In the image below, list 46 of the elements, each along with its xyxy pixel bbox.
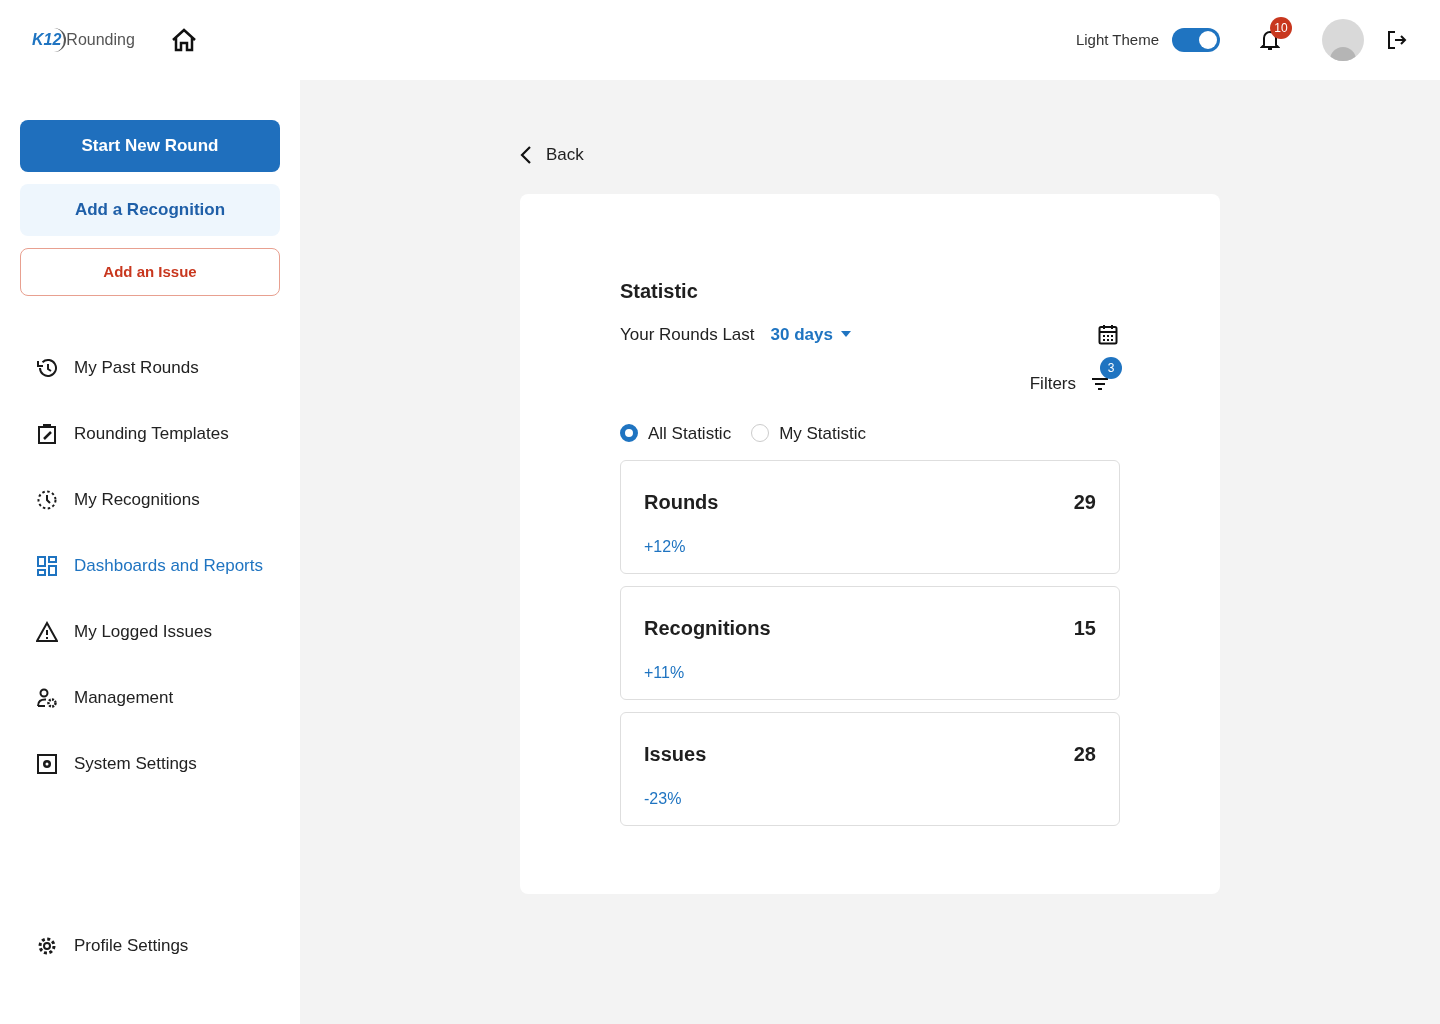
- filter-icon[interactable]: [1092, 376, 1108, 391]
- stat-value: 29: [1073, 490, 1096, 515]
- stat-value: 28: [1073, 742, 1096, 767]
- gear-icon: [36, 935, 58, 957]
- theme-toggle[interactable]: [1172, 28, 1220, 52]
- scope-radio[interactable]: All Statistic: [620, 420, 732, 446]
- chevron-left-icon: [520, 144, 532, 165]
- dashboard-icon: [36, 555, 58, 577]
- user-gear-icon: [36, 687, 58, 709]
- nav-item[interactable]: Management: [20, 676, 280, 720]
- warning-icon: [36, 621, 58, 643]
- nav-item[interactable]: Profile Settings: [20, 924, 280, 968]
- caret-icon: [840, 331, 851, 338]
- nav-item[interactable]: My Past Rounds: [20, 346, 280, 390]
- settings-icon: [36, 753, 58, 775]
- history-icon: [36, 357, 58, 379]
- filter-count-badge: 3: [1100, 356, 1122, 379]
- logout-icon[interactable]: [1386, 29, 1408, 51]
- stat-change: +12%: [644, 537, 687, 557]
- stat-change: -23%: [644, 789, 683, 809]
- home-icon[interactable]: [170, 28, 197, 52]
- logo: K12 Rounding: [32, 28, 135, 52]
- nav-item[interactable]: System Settings: [20, 742, 280, 786]
- start-round-button[interactable]: Start New Round: [20, 120, 280, 172]
- dashed-clock-icon: [36, 489, 58, 511]
- period-label: Your Rounds Last: [620, 323, 755, 346]
- filters-label: Filters: [1029, 373, 1076, 395]
- nav-item[interactable]: My Recognitions: [20, 478, 280, 522]
- stat-title: Rounds: [644, 490, 719, 515]
- back-button[interactable]: Back: [520, 142, 584, 168]
- theme-label: Light Theme: [1075, 29, 1159, 50]
- period-dropdown[interactable]: 30 days: [770, 321, 851, 347]
- nav-item[interactable]: Rounding Templates: [20, 412, 280, 456]
- stat-title: Issues: [644, 742, 707, 767]
- calendar-icon[interactable]: [1098, 323, 1118, 345]
- statistic-title: Statistic: [620, 278, 699, 304]
- stat-title: Recognitions: [644, 616, 771, 641]
- stat-value: 15: [1073, 616, 1096, 641]
- notification-badge: 10: [1270, 17, 1292, 39]
- stat-change: +11%: [644, 663, 686, 683]
- nav-item[interactable]: My Logged Issues: [20, 610, 280, 654]
- scope-radio[interactable]: My Statistic: [751, 420, 867, 446]
- add-issue-button[interactable]: Add an Issue: [20, 248, 280, 296]
- clipboard-pencil-icon: [36, 423, 58, 445]
- add-recognition-button[interactable]: Add a Recognition: [20, 184, 280, 236]
- nav-item[interactable]: Dashboards and Reports: [20, 544, 280, 588]
